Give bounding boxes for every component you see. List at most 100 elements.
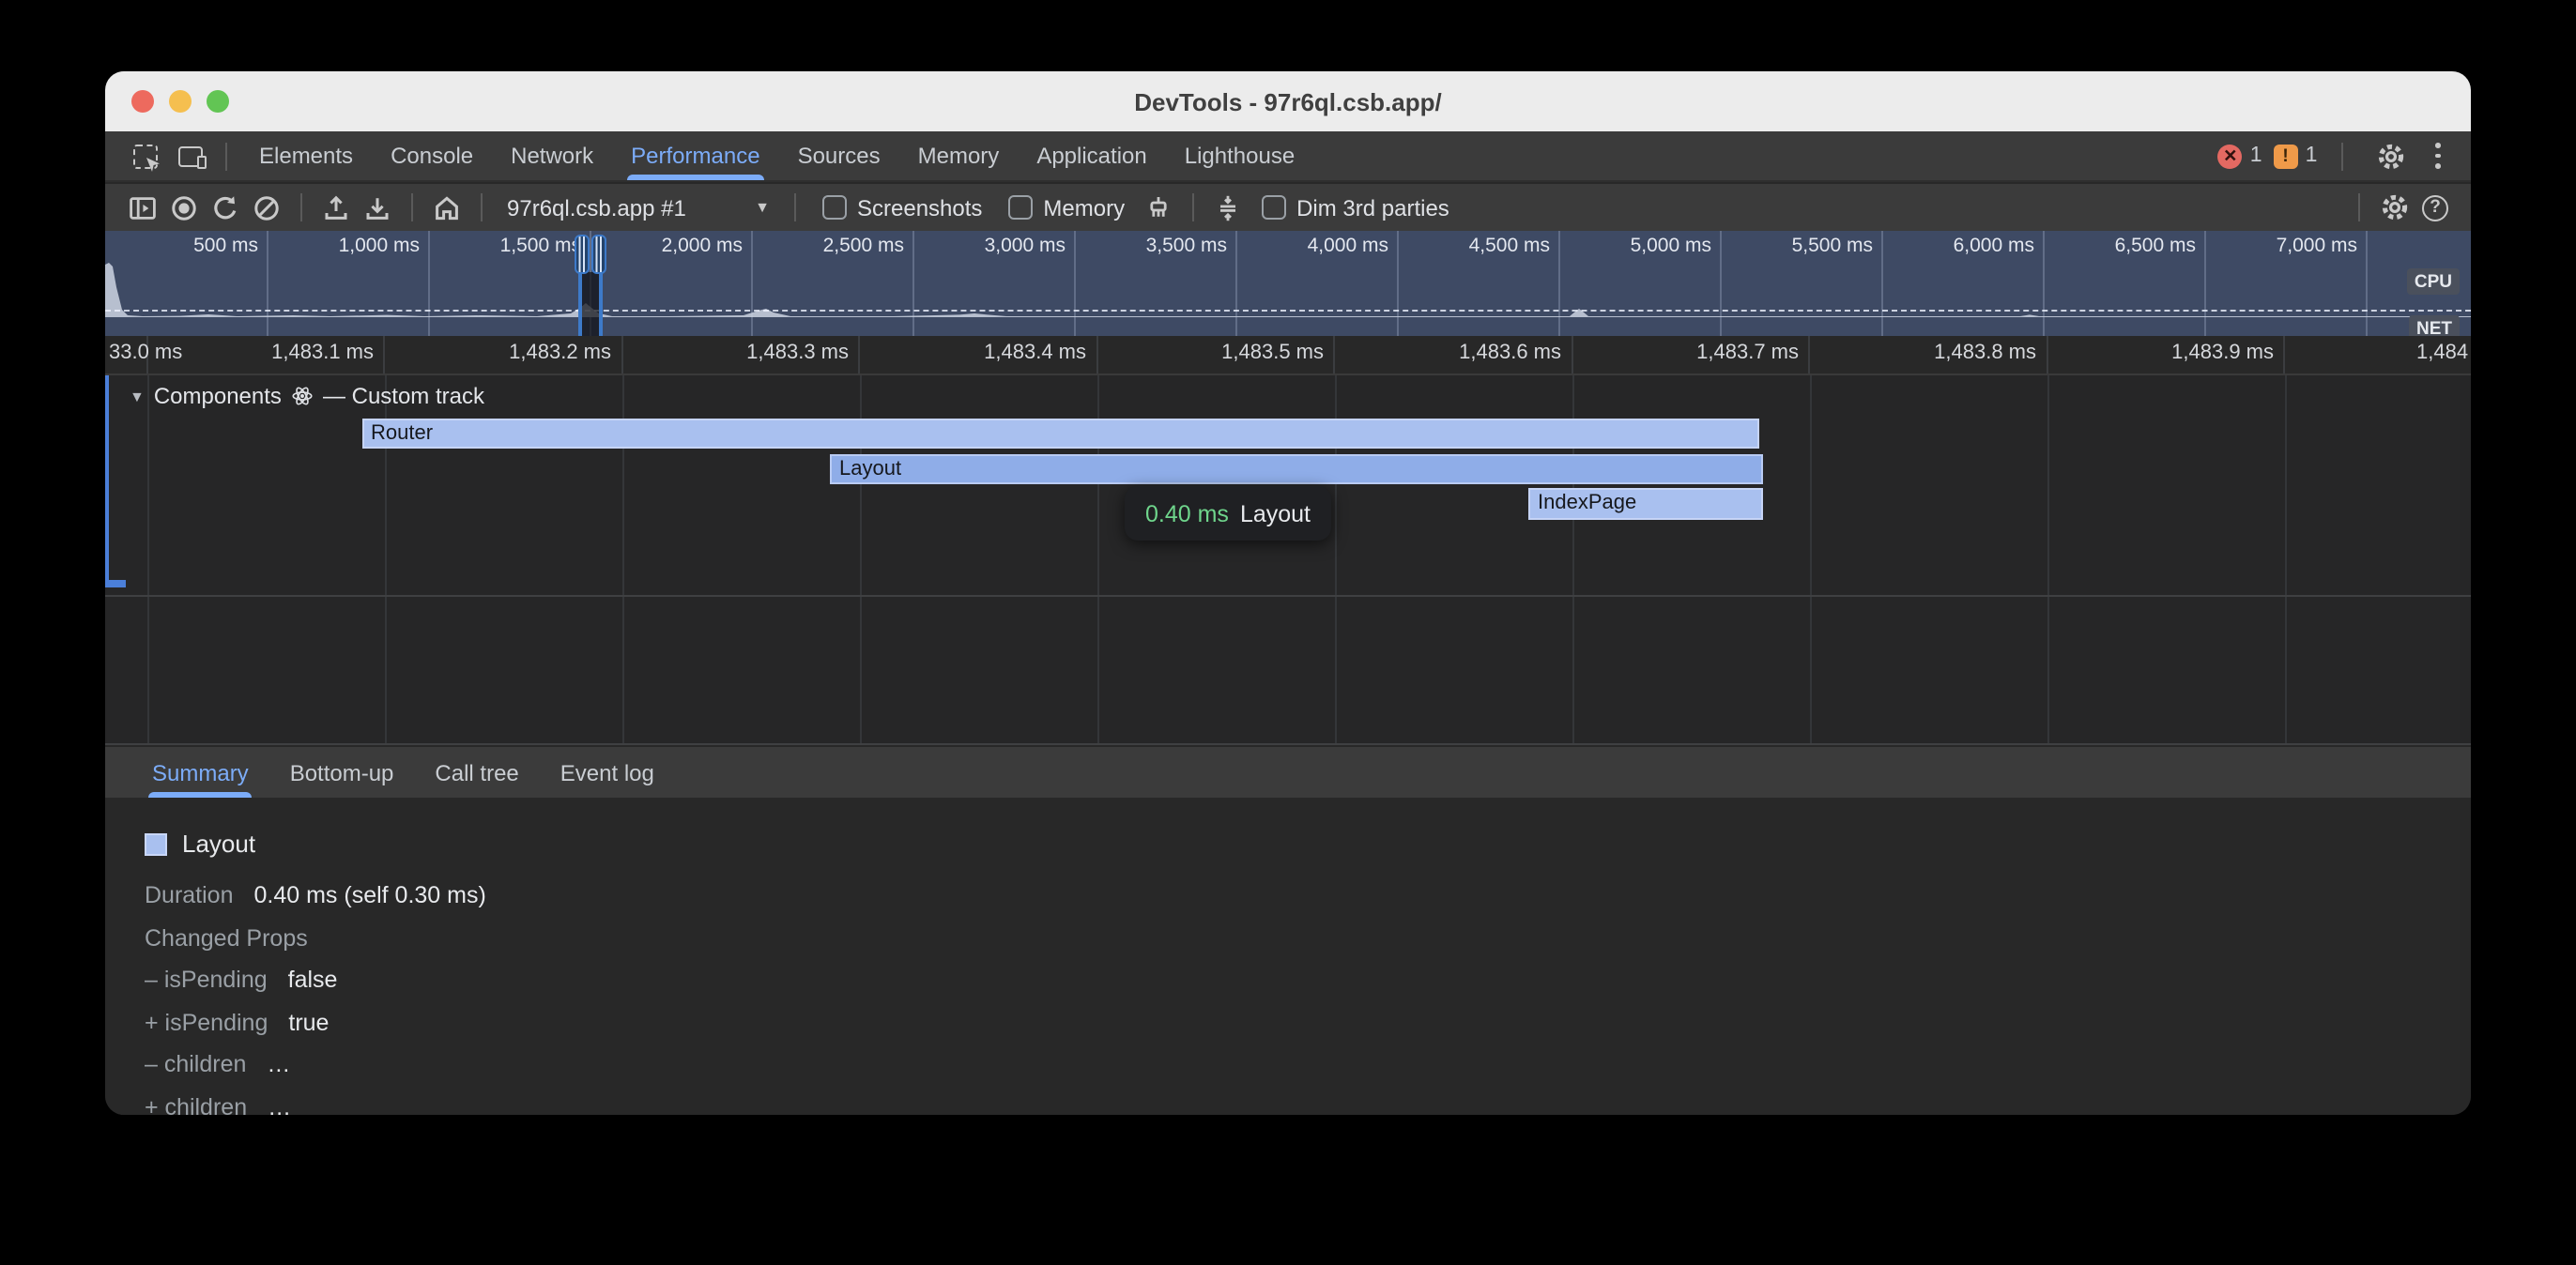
shortcuts-collapse-icon[interactable]: [1207, 187, 1249, 228]
more-options-icon[interactable]: [2424, 138, 2452, 175]
checkbox-icon: [1008, 196, 1032, 220]
window-controls: [131, 71, 229, 131]
error-icon: ✕: [2218, 144, 2243, 168]
collect-garbage-icon[interactable]: [1138, 187, 1179, 228]
desktop-background: DevTools - 97r6ql.csb.app/ Elements Cons…: [0, 0, 2576, 1265]
flame-bar-layout[interactable]: Layout: [830, 453, 1762, 484]
capture-settings-gear-icon[interactable]: [2373, 187, 2415, 228]
ruler-tick: 1,483.1 ms: [147, 336, 385, 373]
components-track-header[interactable]: ▼ Components — Custom track: [130, 383, 484, 409]
selection-right-edge: [598, 272, 602, 336]
toolbar-right-controls: ?: [2345, 187, 2471, 228]
tab-elements[interactable]: Elements: [240, 131, 372, 180]
ruler-tick: 1,483.7 ms: [1572, 336, 1810, 373]
tab-call-tree[interactable]: Call tree: [414, 747, 539, 798]
summary-row: + isPending true: [145, 1009, 2471, 1051]
ruler-tick: 1,483.8 ms: [1810, 336, 2047, 373]
track-title: Components: [154, 383, 282, 409]
download-profile-icon[interactable]: [357, 187, 398, 228]
flame-bar-router[interactable]: Router: [361, 418, 1759, 449]
tab-event-log[interactable]: Event log: [540, 747, 675, 798]
ruler-tick: 1,483.2 ms: [385, 336, 622, 373]
track-divider: [105, 595, 2471, 597]
toggle-sidebar-icon[interactable]: [122, 187, 163, 228]
chevron-down-icon: ▼: [755, 199, 770, 216]
timeline-overview[interactable]: 500 ms 1,000 ms 1,500 ms 2,000 ms 2,500 …: [105, 231, 2471, 336]
devtools-tab-bar: Elements Console Network Performance Sou…: [105, 131, 2471, 182]
reload-and-record-icon[interactable]: [205, 187, 246, 228]
summary-title: Layout: [182, 830, 255, 858]
divider: [300, 193, 302, 221]
flame-chart[interactable]: ▼ Components — Custom track Router Layou…: [105, 375, 2471, 745]
performance-toolbar: 97r6ql.csb.app #1 ▼ Screenshots Memory: [105, 184, 2471, 231]
tab-summary[interactable]: Summary: [131, 747, 269, 798]
net-chip: NET: [2409, 315, 2460, 336]
issue-count: 1: [2306, 145, 2318, 167]
tab-console[interactable]: Console: [372, 131, 492, 180]
selection-left-edge: [578, 272, 582, 336]
divider: [481, 193, 483, 221]
error-count-badge[interactable]: ✕ 1: [2218, 144, 2262, 168]
device-toolbar-icon[interactable]: [171, 137, 208, 175]
record-icon[interactable]: [163, 187, 205, 228]
selection-right-handle[interactable]: [590, 235, 606, 274]
divider: [794, 193, 796, 221]
help-icon[interactable]: ?: [2415, 187, 2456, 228]
dim-3rd-parties-checkbox[interactable]: Dim 3rd parties: [1262, 194, 1449, 221]
cpu-chip: CPU: [2407, 268, 2460, 295]
inspect-element-icon[interactable]: [126, 137, 163, 175]
divider: [1192, 193, 1194, 221]
active-tab-underline: [627, 175, 763, 180]
minimize-window-button[interactable]: [169, 90, 192, 113]
detail-ruler: 1,483.1 ms 1,483.2 ms 1,483.3 ms 1,483.4…: [105, 336, 2471, 375]
tab-performance[interactable]: Performance: [612, 131, 778, 180]
cpu-activity-chart: [105, 261, 2471, 336]
selection-left-handle[interactable]: [574, 235, 589, 274]
tab-application[interactable]: Application: [1018, 131, 1165, 180]
clear-icon[interactable]: [246, 187, 287, 228]
summary-row: – children …: [145, 1051, 2471, 1093]
ruler-tick: 1,483.3 ms: [622, 336, 860, 373]
ruler-tick-clipped: 1,484 ms: [2416, 342, 2471, 364]
live-metrics-home-icon[interactable]: [426, 187, 468, 228]
tab-memory[interactable]: Memory: [899, 131, 1019, 180]
ruler-tick-clipped: 33.0 ms: [109, 342, 182, 364]
network-baseline: [105, 310, 2471, 312]
screenshots-checkbox[interactable]: Screenshots: [822, 194, 982, 221]
summary-row: + children …: [145, 1093, 2471, 1115]
tab-bar-right-controls: ✕ 1 ! 1: [2218, 137, 2471, 175]
summary-pane: Layout Duration 0.40 ms (self 0.30 ms) C…: [105, 798, 2471, 1115]
window-title: DevTools - 97r6ql.csb.app/: [1134, 87, 1442, 115]
issue-icon: !: [2274, 144, 2298, 168]
upload-profile-icon[interactable]: [315, 187, 357, 228]
summary-row: Duration 0.40 ms (self 0.30 ms): [145, 882, 2471, 924]
memory-checkbox[interactable]: Memory: [1008, 194, 1125, 221]
summary-row: – isPending false: [145, 967, 2471, 1009]
flame-bar-indexpage[interactable]: IndexPage: [1528, 488, 1763, 519]
settings-gear-icon[interactable]: [2371, 137, 2409, 175]
summary-row: Changed Props: [145, 924, 2471, 967]
collapse-triangle-icon: ▼: [130, 388, 145, 404]
divider: [2341, 142, 2343, 170]
issue-count-badge[interactable]: ! 1: [2274, 144, 2318, 168]
history-dropdown[interactable]: 97r6ql.csb.app #1 ▼: [496, 194, 781, 221]
zoom-window-button[interactable]: [207, 90, 229, 113]
tab-network[interactable]: Network: [492, 131, 612, 180]
react-atom-icon: [291, 385, 314, 407]
error-count: 1: [2250, 145, 2262, 167]
details-tab-bar: Summary Bottom-up Call tree Event log: [105, 747, 2471, 798]
close-window-button[interactable]: [131, 90, 154, 113]
track-selection-indicator: [105, 375, 109, 587]
ruler-tick: 1,483.9 ms: [2047, 336, 2285, 373]
track-subtitle: — Custom track: [323, 383, 484, 409]
ruler-tick: 1,483.6 ms: [1335, 336, 1572, 373]
tab-lighthouse[interactable]: Lighthouse: [1166, 131, 1313, 180]
tab-sources[interactable]: Sources: [779, 131, 899, 180]
tab-bottom-up[interactable]: Bottom-up: [269, 747, 415, 798]
selection-region: [582, 272, 599, 336]
divider: [2358, 193, 2360, 221]
history-dropdown-value: 97r6ql.csb.app #1: [507, 194, 686, 221]
track-selection-indicator-foot: [105, 580, 126, 587]
divider: [225, 142, 227, 170]
title-bar: DevTools - 97r6ql.csb.app/: [105, 71, 2471, 131]
